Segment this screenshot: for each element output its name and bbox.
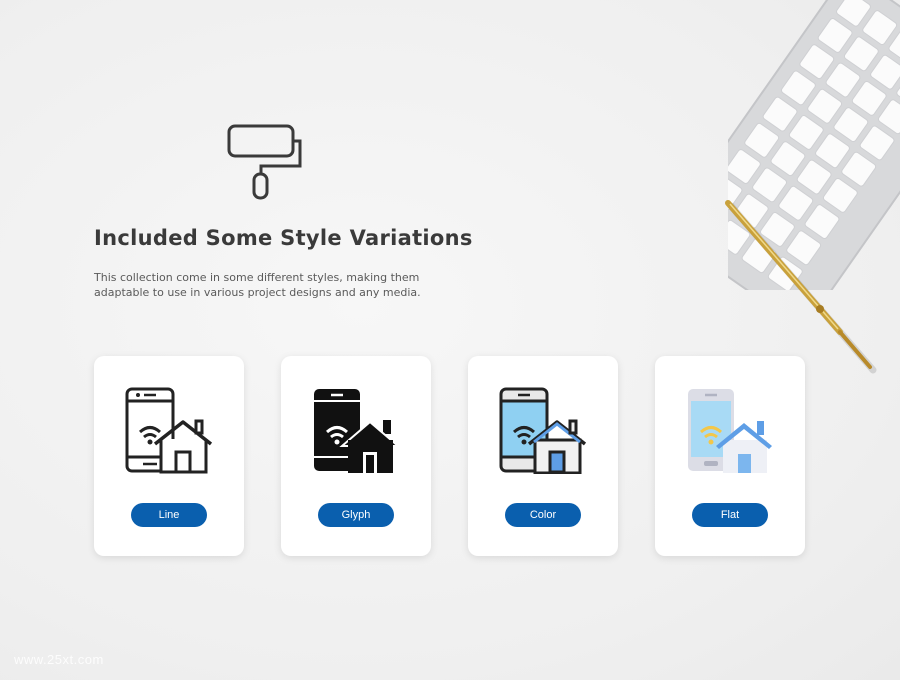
smart-home-phone-glyph-icon [314, 389, 401, 473]
style-card-line: Line [94, 356, 244, 556]
style-card-color: Color [468, 356, 618, 556]
smart-home-phone-line-icon [125, 387, 213, 474]
page-description: This collection come in some different s… [94, 271, 421, 299]
style-card-glyph: Glyph [281, 356, 431, 556]
style-button-color[interactable]: Color [505, 503, 581, 527]
style-button-flat[interactable]: Flat [692, 503, 768, 527]
smart-home-phone-flat-icon [688, 389, 772, 473]
style-card-flat: Flat [655, 356, 805, 556]
style-button-line[interactable]: Line [131, 503, 207, 527]
watermark: www.25xt.com [14, 652, 104, 667]
style-button-glyph[interactable]: Glyph [318, 503, 394, 527]
smart-home-phone-color-icon [499, 387, 587, 474]
gold-pen-photo [725, 200, 877, 374]
paint-roller-icon [227, 124, 302, 200]
page-title: Included Some Style Variations [94, 226, 473, 250]
